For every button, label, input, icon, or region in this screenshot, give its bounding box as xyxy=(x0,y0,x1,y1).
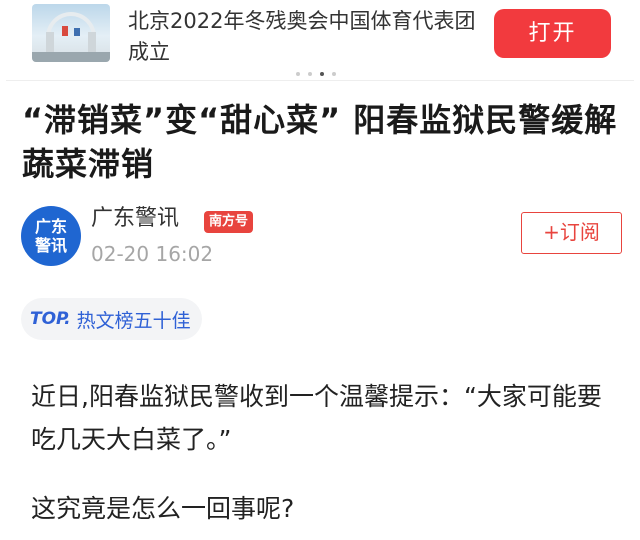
carousel-dot[interactable] xyxy=(332,72,336,76)
top-logo-icon: TOP. xyxy=(30,309,71,329)
banner-title[interactable]: 北京2022年冬残奥会中国体育代表团成立 xyxy=(128,6,478,68)
publish-time: 02-20 16:02 xyxy=(91,242,214,266)
thumbnail-ground xyxy=(32,52,110,62)
carousel-dot-active[interactable] xyxy=(320,72,324,76)
avatar-text-line1: 广东 xyxy=(34,217,67,236)
article-page: 北京2022年冬残奥会中国体育代表团成立 打开 “滞销菜”变“甜心菜” 阳春监狱… xyxy=(0,0,640,540)
hot-list-tag[interactable]: TOP. 热文榜五十佳 xyxy=(21,298,202,340)
banner-divider xyxy=(6,80,634,81)
article-headline: “滞销菜”变“甜心菜” 阳春监狱民警缓解蔬菜滞销 xyxy=(22,101,618,183)
article-paragraph: 近日,阳春监狱民警收到一个温馨提示：“大家可能要吃几天大白菜了。” xyxy=(31,382,602,454)
avatar-text-line2: 警讯 xyxy=(34,236,67,255)
carousel-dot[interactable] xyxy=(308,72,312,76)
banner-thumbnail-image[interactable] xyxy=(32,4,110,62)
hot-list-tag-label: 热文榜五十佳 xyxy=(76,309,191,332)
carousel-dot[interactable] xyxy=(296,72,300,76)
subscribe-button[interactable]: +订阅 xyxy=(521,212,622,254)
author-avatar[interactable]: 广东 警讯 xyxy=(21,206,81,266)
thumbnail-flag-red xyxy=(62,26,68,36)
thumbnail-flag-blue xyxy=(74,28,80,36)
article-paragraph: 这究竟是怎么一回事呢? xyxy=(31,494,295,523)
author-name[interactable]: 广东警讯 xyxy=(91,204,179,234)
open-app-button[interactable]: 打开 xyxy=(494,9,611,58)
app-promo-banner[interactable]: 北京2022年冬残奥会中国体育代表团成立 打开 xyxy=(0,0,640,78)
source-badge: 南方号 xyxy=(204,211,254,233)
carousel-dots xyxy=(296,72,336,76)
